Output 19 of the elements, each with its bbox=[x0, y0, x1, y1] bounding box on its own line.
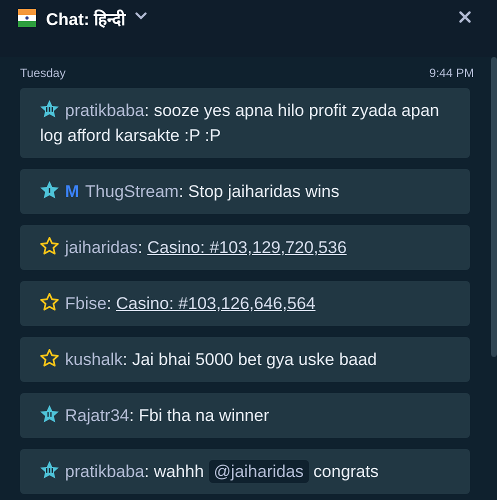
bet-link[interactable]: Casino: #103,129,720,536 bbox=[147, 238, 347, 257]
close-button[interactable] bbox=[459, 11, 471, 23]
bet-link[interactable]: Casino: #103,126,646,564 bbox=[116, 294, 316, 313]
chat-message: M ThugStream: Stop jaiharidas wins bbox=[40, 179, 450, 204]
close-icon bbox=[459, 11, 471, 23]
language-dropdown[interactable] bbox=[135, 12, 148, 20]
flag-icon bbox=[18, 9, 36, 27]
chat-title: Chat: हिन्दी bbox=[46, 8, 126, 31]
chat-message: jaiharidas: Casino: #103,129,720,536 bbox=[40, 235, 450, 260]
message-time: 9:44 PM bbox=[429, 65, 474, 81]
chat-message: Rajatr34: Fbi tha na winner bbox=[40, 403, 450, 428]
day-label: Tuesday bbox=[20, 65, 66, 81]
mention-tag[interactable]: @jaiharidas bbox=[208, 460, 309, 483]
chat-message: pratikbaba: wahhh @jaiharidas congrats bbox=[40, 459, 450, 484]
chat-message: kushalk: Jai bhai 5000 bet gya uske baad bbox=[40, 347, 450, 372]
chat-message: pratikbaba: sooze yes apna hilo profit zyada apan log afford karsakte :P :P bbox=[40, 99, 440, 147]
scrollbar-thumb[interactable] bbox=[491, 57, 497, 357]
chat-message: Fbise: Casino: #103,126,646,564 bbox=[40, 291, 450, 316]
chevron-down-icon bbox=[135, 12, 148, 20]
